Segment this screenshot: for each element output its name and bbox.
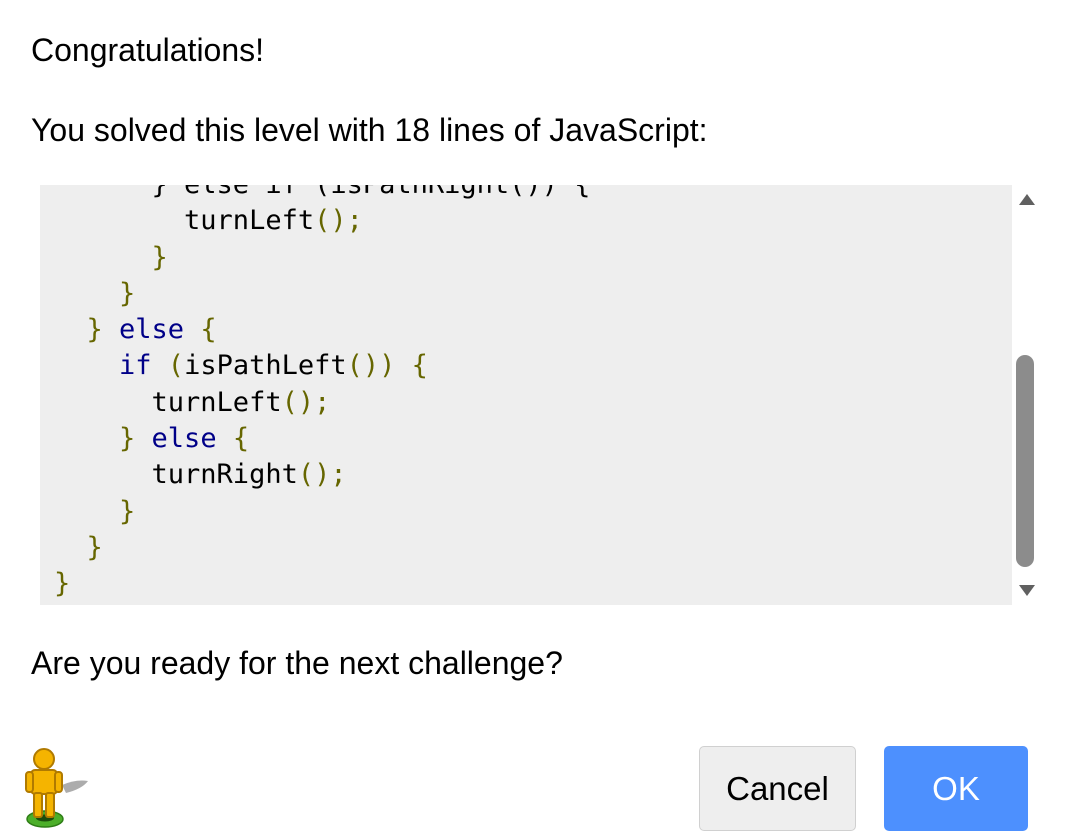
code-token: } [54,531,103,563]
code-line: if (isPathLeft()) { [54,348,590,384]
completion-dialog: Congratulations! You solved this level w… [0,0,1078,839]
code-token: } [54,314,120,346]
dialog-heading: Congratulations! [31,32,265,68]
code-line: } [54,530,590,566]
code-token: ( [151,350,185,382]
code-block: } else if (isPathRight()) { turnLeft(); … [54,185,590,603]
code-token: turnRight [54,459,298,491]
solution-summary: You solved this level with 18 lines of J… [31,112,708,148]
next-challenge-question: Are you ready for the next challenge? [31,645,563,681]
code-token: else [119,314,185,346]
code-token: } [54,423,152,455]
code-token: turnLeft [54,386,282,418]
code-line: } [54,240,590,276]
ok-button[interactable]: OK [884,746,1028,831]
code-token: } [54,277,136,309]
code-token: } [54,495,136,527]
code-token: (); [281,386,331,418]
code-line: } [54,494,590,530]
triangle-down-icon[interactable] [1019,585,1035,596]
triangle-up-icon[interactable] [1019,194,1035,205]
code-token: turnLeft [54,205,315,237]
cancel-button[interactable]: Cancel [699,746,856,831]
code-token: else [151,423,217,455]
code-token: } [54,241,168,273]
code-token: if [119,350,152,382]
scroll-thumb[interactable] [1016,355,1034,567]
code-token: { [184,314,217,346]
code-token: isPathLeft [184,350,347,382]
code-line: turnLeft(); [54,203,590,239]
code-token: { [216,423,250,455]
code-token: ()) { [346,350,428,382]
code-line: } else if (isPathRight()) { [54,185,591,203]
code-line: } else { [54,312,590,348]
code-line: turnLeft(); [54,385,590,421]
code-token: (); [297,459,347,491]
code-line: turnRight(); [54,457,590,493]
code-viewer[interactable]: } else if (isPathRight()) { turnLeft(); … [40,185,1012,605]
code-scrollbar[interactable] [1012,185,1040,605]
code-line: } [54,566,590,602]
code-token: } [54,568,71,600]
code-token: (); [314,205,363,237]
code-line: } [54,276,590,312]
code-line: } else { [54,421,590,457]
code-token: } else if (isPathRight()) { [54,185,591,200]
pegman-icon [18,745,98,830]
